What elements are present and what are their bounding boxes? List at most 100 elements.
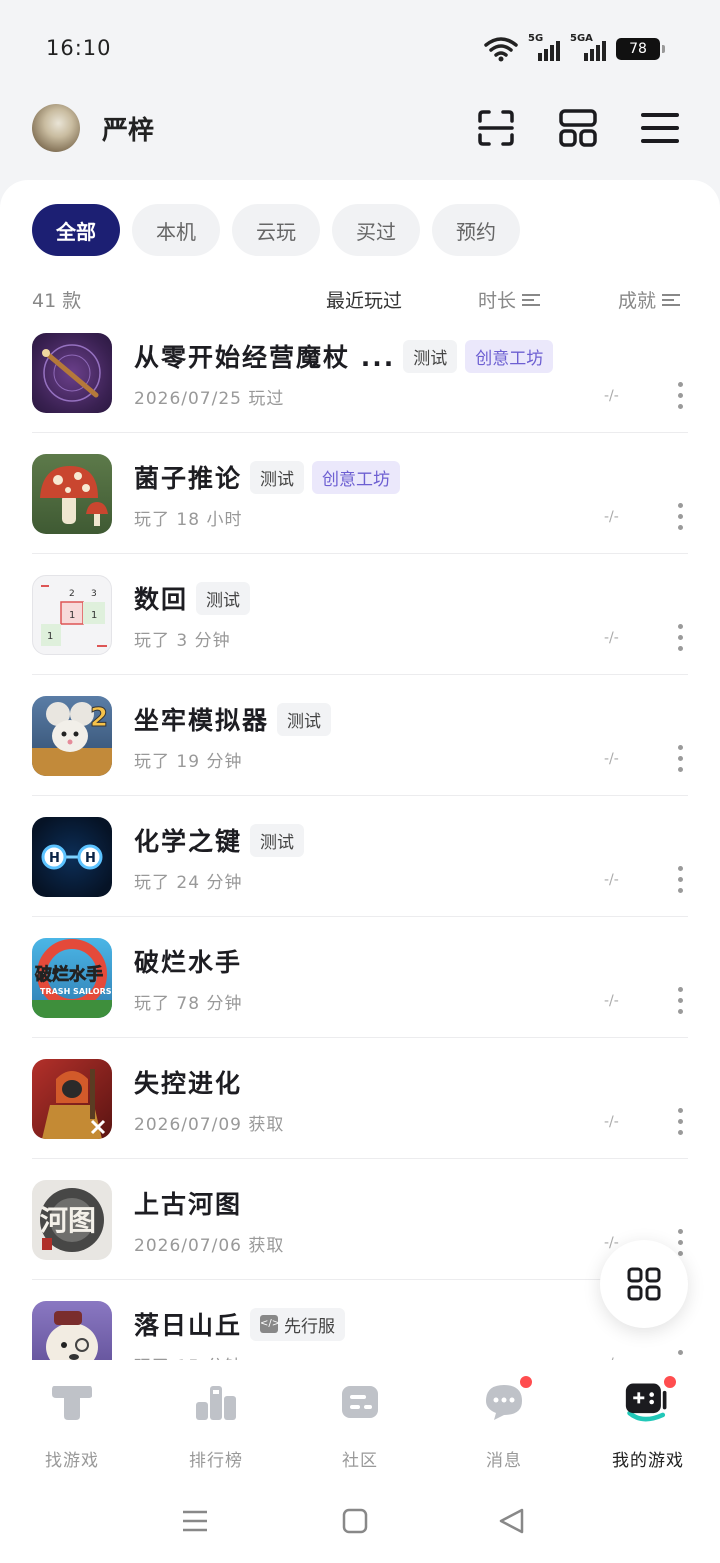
svg-text:破烂水手: 破烂水手 xyxy=(35,964,103,985)
nav-label: 我的游戏 xyxy=(612,1451,684,1471)
game-subtitle: 2026/07/25 玩过 xyxy=(134,389,285,409)
sort-achievement[interactable]: 成就 xyxy=(618,286,680,313)
more-options-icon[interactable] xyxy=(678,624,683,651)
survivor-game-icon xyxy=(32,1059,112,1139)
top-actions xyxy=(476,108,680,148)
grid-icon xyxy=(627,1267,661,1301)
more-options-icon[interactable] xyxy=(678,866,683,893)
profile-header: 严梓 xyxy=(32,100,680,156)
nav-my-games[interactable]: 我的游戏 xyxy=(576,1360,720,1480)
tab-local[interactable]: 本机 xyxy=(132,204,220,256)
svg-text:TRASH SAILORS: TRASH SAILORS xyxy=(40,987,112,996)
message-icon xyxy=(480,1374,534,1426)
signal-5ga-icon: 5GA xyxy=(570,33,606,61)
game-row[interactable]: H H 化学之键 测试 玩了 24 分钟 -/- xyxy=(0,796,720,917)
more-options-icon[interactable] xyxy=(678,1108,683,1135)
game-row[interactable]: 失控进化 2026/07/09 获取 -/- xyxy=(0,1038,720,1159)
notification-badge xyxy=(662,1374,678,1390)
game-achievement: -/- xyxy=(604,751,619,767)
main-panel: 全部 本机 云玩 买过 预约 41 款 最近玩过 时长 成就 从零开始经营魔杖 … xyxy=(0,180,720,1360)
wand-game-icon xyxy=(32,333,112,413)
tag-test: 测试 xyxy=(250,823,305,857)
sort-recent[interactable]: 最近玩过 xyxy=(326,286,402,313)
game-row[interactable]: 2 坐牢模拟器 测试 玩了 19 分钟 -/- xyxy=(0,675,720,796)
sort-duration[interactable]: 时长 xyxy=(478,286,541,313)
svg-text:H: H xyxy=(85,851,96,866)
tab-cloud[interactable]: 云玩 xyxy=(232,204,320,256)
more-options-icon[interactable] xyxy=(678,503,683,530)
layout-button[interactable] xyxy=(558,108,598,148)
more-options-icon[interactable] xyxy=(678,382,683,409)
game-list: 从零开始经营魔杖 ... 测试 创意工坊 2026/07/25 玩过 -/- 菌… xyxy=(0,332,720,1360)
game-name: 坐牢模拟器 xyxy=(134,706,270,735)
game-name: 化学之键 xyxy=(134,827,243,856)
game-name: 落日山丘 xyxy=(134,1311,243,1340)
svg-text:1: 1 xyxy=(47,631,53,642)
svg-text:H: H xyxy=(49,851,60,866)
tag-test: 测试 xyxy=(403,339,458,373)
ink-game-icon: 河图 xyxy=(32,1180,112,1260)
game-achievement: -/- xyxy=(604,872,619,888)
scan-button[interactable] xyxy=(476,108,516,148)
game-subtitle: 玩了 3 分钟 xyxy=(134,631,231,651)
molecule-game-icon: H H xyxy=(32,817,112,897)
nav-label: 排行榜 xyxy=(189,1451,243,1471)
game-subtitle: 玩了 24 分钟 xyxy=(134,873,243,893)
signal-5g-icon: 5G xyxy=(528,33,560,61)
game-row[interactable]: 菌子推论 测试 创意工坊 玩了 18 小时 -/- xyxy=(0,433,720,554)
status-bar: 16:10 5G 5GA 78 xyxy=(0,0,720,96)
puzzle-grid-game-icon: 1 1 1 2 3 xyxy=(32,575,112,655)
scan-icon xyxy=(478,110,514,146)
sort-bar: 41 款 最近玩过 时长 成就 xyxy=(32,286,680,314)
system-nav-bar xyxy=(0,1480,720,1563)
battery-icon: 78 xyxy=(616,38,665,60)
tag-test: 测试 xyxy=(250,460,305,494)
back-icon[interactable] xyxy=(496,1506,526,1536)
sort-achievement-label: 成就 xyxy=(617,290,656,312)
nav-label: 消息 xyxy=(486,1451,522,1471)
game-subtitle: 玩了 78 分钟 xyxy=(134,994,243,1014)
menu-button[interactable] xyxy=(640,108,680,148)
floating-grid-button[interactable] xyxy=(600,1240,688,1328)
username[interactable]: 严梓 xyxy=(102,110,154,147)
game-subtitle: 2026/07/06 获取 xyxy=(134,1236,285,1256)
svg-text:1: 1 xyxy=(91,610,97,621)
game-achievement: -/- xyxy=(604,509,619,525)
nav-messages[interactable]: 消息 xyxy=(432,1360,576,1480)
game-name: 上古河图 xyxy=(134,1190,243,1219)
community-icon xyxy=(336,1378,384,1426)
game-achievement: -/- xyxy=(604,993,619,1009)
game-row[interactable]: 1 1 1 2 3 数回 测试 玩了 3 分钟 -/- xyxy=(0,554,720,675)
tab-purchased[interactable]: 买过 xyxy=(332,204,420,256)
avatar[interactable] xyxy=(32,104,80,152)
game-row[interactable]: 从零开始经营魔杖 ... 测试 创意工坊 2026/07/25 玩过 -/- xyxy=(0,312,720,433)
game-row[interactable]: 破烂水手 TRASH SAILORS 破烂水手 玩了 78 分钟 -/- xyxy=(0,917,720,1038)
more-options-icon[interactable] xyxy=(678,1229,683,1256)
nav-ranking[interactable]: 排行榜 xyxy=(144,1360,288,1480)
game-subtitle: 2026/07/09 获取 xyxy=(134,1115,285,1135)
game-name: 菌子推论 xyxy=(134,464,243,493)
game-subtitle: 玩了 15 分钟 xyxy=(134,1352,242,1360)
trash-sailors-game-icon: 破烂水手 TRASH SAILORS xyxy=(32,938,112,1018)
tag-workshop: 创意工坊 xyxy=(312,460,401,494)
game-subtitle: 玩了 19 分钟 xyxy=(134,752,243,772)
game-name: 数回 xyxy=(134,585,189,614)
recent-apps-icon[interactable] xyxy=(180,1506,210,1536)
nav-find-games[interactable]: 找游戏 xyxy=(0,1360,144,1480)
dog-game-icon xyxy=(32,1301,112,1360)
code-icon: </> xyxy=(260,1315,280,1333)
tab-all[interactable]: 全部 xyxy=(32,204,120,256)
nav-community[interactable]: 社区 xyxy=(288,1360,432,1480)
game-count: 41 款 xyxy=(32,290,82,312)
more-options-icon[interactable] xyxy=(678,987,683,1014)
status-time: 16:10 xyxy=(46,36,112,60)
more-options-icon[interactable] xyxy=(678,1350,683,1360)
sort-duration-label: 时长 xyxy=(478,290,517,312)
tag-workshop: 创意工坊 xyxy=(465,339,554,373)
more-options-icon[interactable] xyxy=(678,745,683,772)
game-achievement: -/- xyxy=(604,630,619,646)
home-icon[interactable] xyxy=(340,1506,370,1536)
game-achievement: -/- xyxy=(604,1114,619,1130)
tag-test: 测试 xyxy=(277,702,332,736)
tab-reserved[interactable]: 预约 xyxy=(432,204,520,256)
